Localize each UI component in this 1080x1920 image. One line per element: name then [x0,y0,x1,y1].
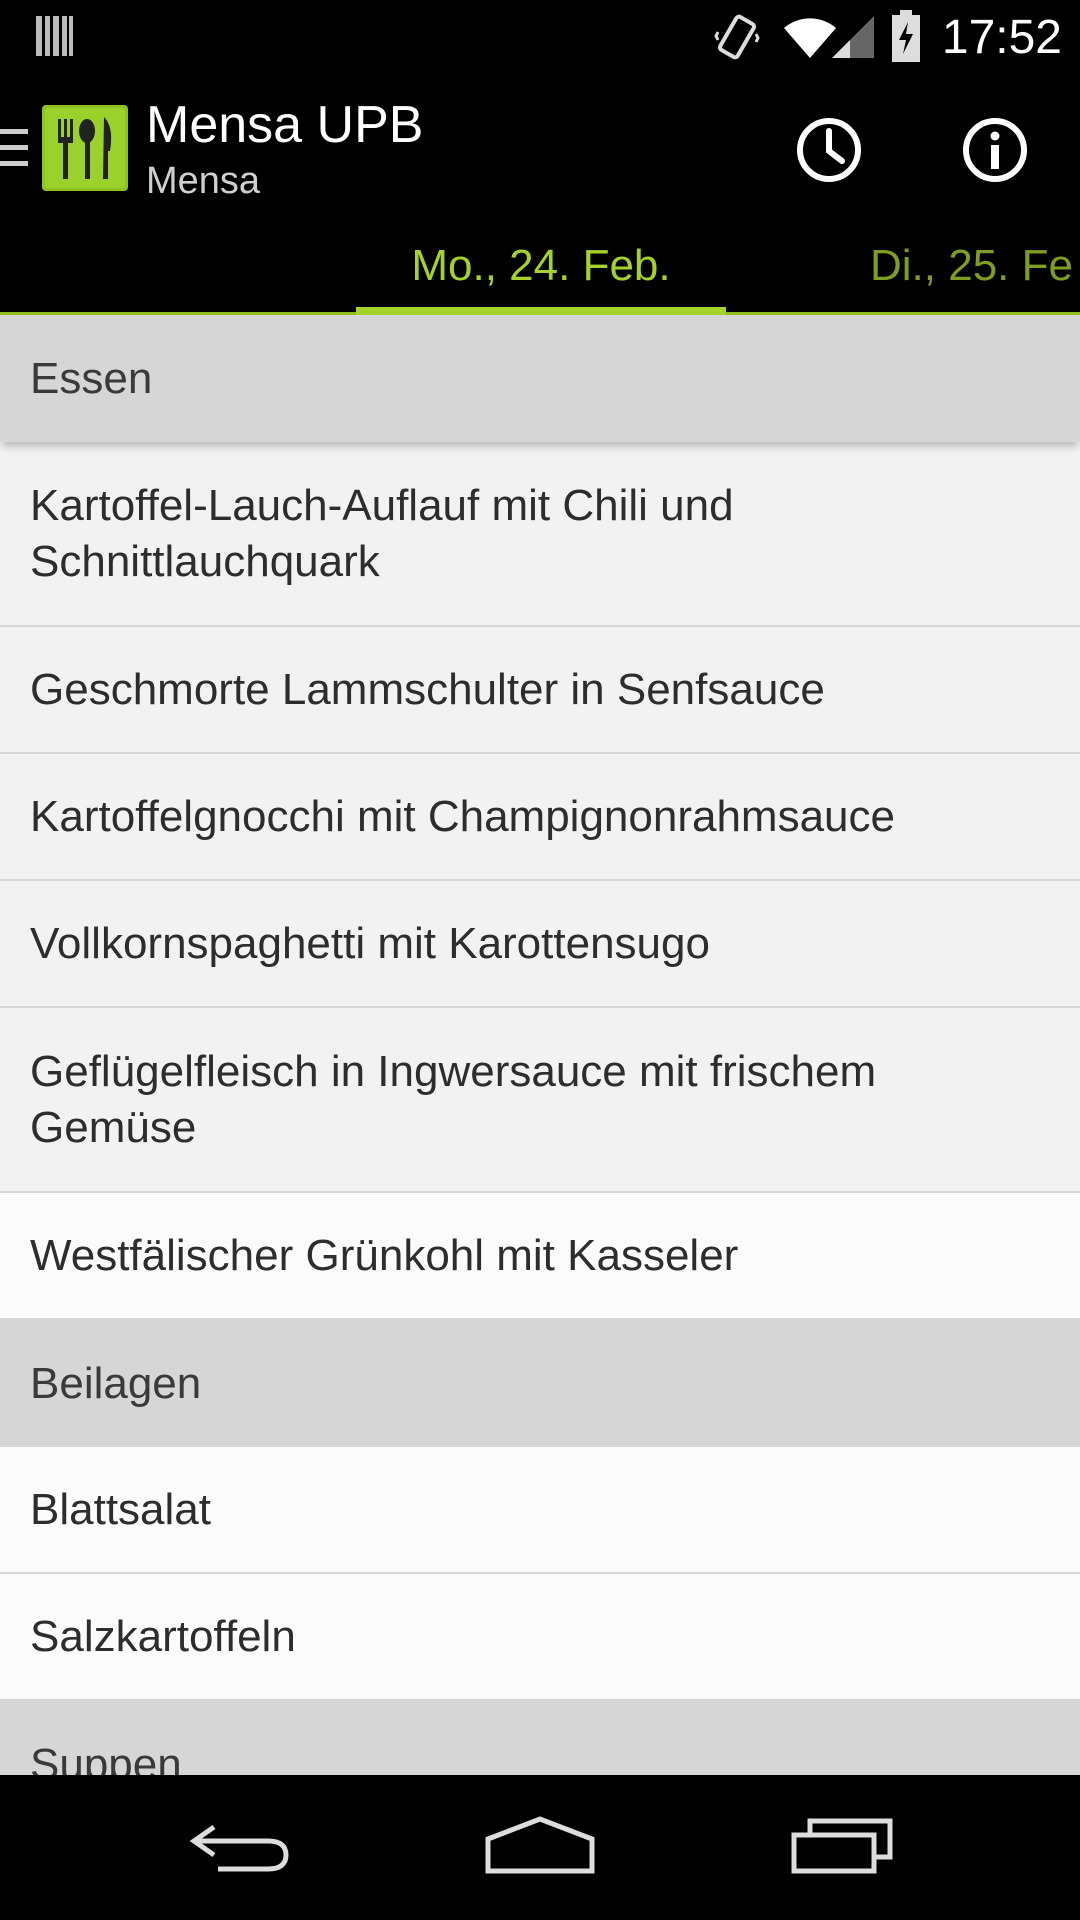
list-item[interactable]: Kartoffelgnocchi mit Champignonrahmsauce [0,754,1080,881]
status-time: 17:52 [941,11,1062,64]
back-icon[interactable] [188,1815,292,1875]
menu-list[interactable]: Essen Kartoffel-Lauch-Auflauf mit Chili … [0,315,1080,1775]
app-logo-icon[interactable] [42,105,128,191]
battery-charging-icon [892,10,920,62]
section-header-essen: Essen [0,315,1080,442]
info-icon[interactable] [960,115,1030,185]
list-item[interactable]: Vollkornspaghetti mit Karottensugo [0,881,1080,1008]
list-item[interactable]: Westfälischer Grünkohl mit Kasseler [0,1193,1080,1320]
action-bar: Mensa UPB Mensa [0,75,1080,225]
list-item[interactable]: Salzkartoffeln [0,1574,1080,1701]
navigation-bar [0,1775,1080,1920]
drawer-menu-icon[interactable] [0,125,30,171]
day-tabs: Mo., 24. Feb. Di., 25. Fe [0,225,1080,315]
list-item[interactable]: Geflügelfleisch in Ingwersauce mit frisc… [0,1008,1080,1193]
tab-day-monday[interactable]: Mo., 24. Feb. [356,225,726,315]
clock-icon[interactable] [794,115,864,185]
app-title: Mensa UPB [146,96,424,154]
status-bar: 17:52 [0,0,1080,75]
vibrate-icon [714,14,760,60]
home-icon[interactable] [484,1815,596,1875]
recent-apps-icon[interactable] [790,1815,894,1875]
list-item[interactable]: Blattsalat [0,1447,1080,1574]
app-subtitle: Mensa [146,160,261,202]
section-header-beilagen: Beilagen [0,1320,1080,1447]
barcode-icon [36,16,73,56]
list-item[interactable]: Kartoffel-Lauch-Auflauf mit Chili und Sc… [0,442,1080,627]
tab-day-tuesday[interactable]: Di., 25. Fe [870,225,1073,313]
section-header-suppen: Suppen [0,1701,1080,1775]
list-item[interactable]: Geschmorte Lammschulter in Senfsauce [0,627,1080,754]
signal-icon [832,16,874,58]
